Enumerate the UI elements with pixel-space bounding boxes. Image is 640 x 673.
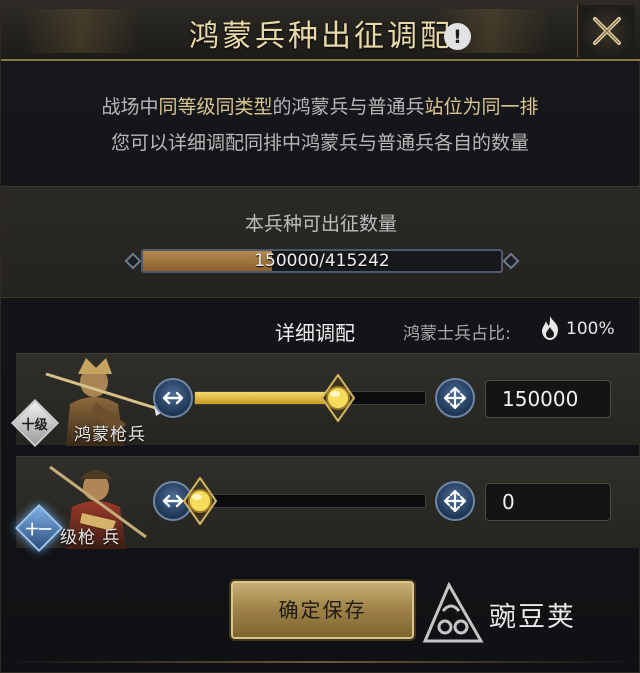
flame-icon [542, 316, 558, 340]
info-text: 战场中同等级同类型的鸿蒙兵与普通兵站位为同一排 您可以详细调配同排中鸿蒙兵与普通… [1, 89, 639, 161]
quantity-input[interactable]: 0 [485, 483, 611, 521]
close-button[interactable] [577, 5, 635, 57]
slider-knob[interactable] [183, 477, 217, 525]
level-text: 十一 [25, 522, 53, 538]
quantity-input[interactable]: 150000 [485, 380, 611, 418]
info-highlight: 同等级同类型 [158, 96, 273, 118]
unit-name: 鸿蒙枪兵 [74, 425, 146, 445]
four-way-arrow-icon [443, 489, 467, 513]
dialog-header: 鸿蒙兵种出征调配 [1, 1, 640, 61]
info-text-part: 的鸿蒙兵与普通兵 [272, 96, 425, 118]
increase-button[interactable] [435, 378, 475, 418]
bottom-divider [1, 661, 640, 663]
quantity-section: 本兵种可出征数量 [1, 186, 640, 298]
decrease-button[interactable] [153, 378, 193, 418]
slider-knob[interactable] [320, 374, 355, 422]
dialog-title: 鸿蒙兵种出征调配 [189, 19, 453, 54]
watermark-text: 豌豆荚 [489, 602, 576, 633]
dispatch-dialog: 鸿蒙兵种出征调配 战场中同等级同类型的鸿蒙兵与普通兵站位为同一排 您可以详细调配… [0, 0, 640, 673]
detail-title: 详细调配 [275, 321, 355, 345]
ratio-label: 鸿蒙士兵占比: [403, 324, 511, 344]
four-way-arrow-icon [443, 386, 467, 410]
double-arrow-horizontal-icon [162, 391, 184, 405]
level-text: 十级 [21, 417, 49, 433]
quantity-progress-bar: 150000/415242 [141, 249, 503, 273]
unit-row: 十一 级枪 兵 0 [14, 456, 640, 553]
soldier-slider-track[interactable] [194, 494, 426, 508]
info-highlight: 站位为同一排 [424, 96, 539, 118]
info-line-2: 您可以详细调配同排中鸿蒙兵与普通兵各自的数量 [110, 132, 529, 154]
unit-name: 级枪 兵 [60, 528, 121, 548]
unit-row: 十级 鸿蒙枪兵 150000 [10, 353, 640, 448]
quantity-text: 150000/415242 [254, 251, 390, 271]
close-icon [592, 17, 621, 45]
quantity-label: 本兵种可出征数量 [244, 213, 397, 235]
soldier-slider-fill [195, 392, 338, 404]
info-line-1: 战场中同等级同类型的鸿蒙兵与普通兵站位为同一排 [1, 89, 639, 125]
info-text-part: 战场中 [101, 96, 159, 118]
increase-button[interactable] [435, 481, 475, 521]
confirm-save-button[interactable]: 确定保存 [231, 581, 414, 639]
ratio-value: 100% [566, 319, 615, 339]
soldier-slider-track[interactable] [194, 391, 426, 405]
info-exclamation-icon[interactable]: ! [444, 23, 471, 50]
